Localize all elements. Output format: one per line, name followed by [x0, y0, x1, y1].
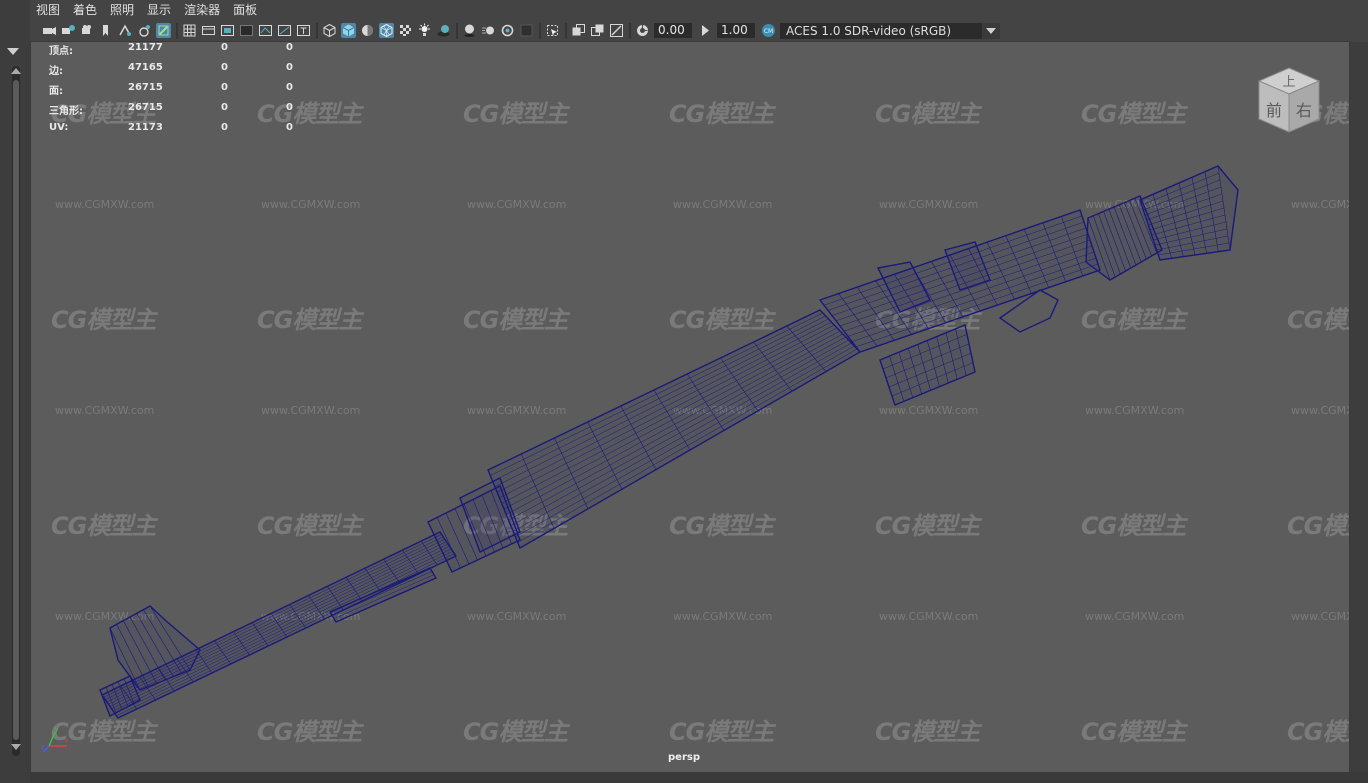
safe-title-icon[interactable] — [296, 23, 311, 38]
select-camera-icon[interactable] — [42, 23, 57, 38]
camera-attributes-icon[interactable] — [61, 23, 76, 38]
xray-joints-icon[interactable] — [609, 23, 624, 38]
hud-value: 0 — [286, 122, 293, 133]
panel-toolbar: CM ACES 1.0 SDR-video (sRGB) — [30, 19, 1368, 42]
toolbar-separator — [456, 22, 458, 39]
poly-count-hud: 顶点: 21177 0 0 边: 47165 0 0 面: 26715 0 0 … — [49, 42, 349, 142]
textured-icon[interactable] — [398, 23, 413, 38]
toolbar-separator — [316, 22, 318, 39]
scroll-up-arrow-icon[interactable] — [11, 68, 21, 74]
hud-value: 0 — [221, 42, 228, 53]
exposure-icon[interactable] — [635, 23, 650, 38]
smooth-shade-icon[interactable] — [341, 23, 356, 38]
pencil-draw-icon[interactable] — [156, 23, 171, 38]
rifle-handguard — [487, 309, 862, 550]
two-d-pan-zoom-icon[interactable] — [118, 23, 133, 38]
menu-panels[interactable]: 面板 — [227, 1, 263, 18]
axis-gizmo-icon: x y z — [41, 726, 69, 753]
panel-menu-bar: 视图 着色 照明 显示 渲染器 面板 — [30, 0, 1368, 19]
gamma-input[interactable] — [717, 23, 755, 38]
hud-value: 21173 — [128, 122, 163, 133]
menu-show[interactable]: 显示 — [141, 1, 177, 18]
toolbar-separator — [565, 22, 567, 39]
xray-icon[interactable] — [571, 23, 586, 38]
toolbar-separator — [629, 22, 631, 39]
hud-value: 21177 — [128, 42, 163, 53]
film-gate-icon[interactable] — [201, 23, 216, 38]
hud-label: 顶点: — [49, 46, 73, 57]
svg-text:y: y — [55, 726, 59, 733]
hud-value: 0 — [286, 62, 293, 73]
hud-row-faces: 面: 26715 0 0 — [49, 82, 349, 102]
hud-row-triangles: 三角形: 26715 0 0 — [49, 102, 349, 122]
left-scrollbar-thumb[interactable] — [13, 80, 19, 740]
gate-mask-icon[interactable] — [239, 23, 254, 38]
hud-row-edges: 边: 47165 0 0 — [49, 62, 349, 82]
camera-name-label: persp — [668, 752, 700, 763]
scroll-down-arrow-icon[interactable] — [11, 744, 21, 750]
bottom-panel-edge — [30, 772, 1368, 783]
hud-value: 0 — [221, 122, 228, 133]
grid-icon[interactable] — [182, 23, 197, 38]
svg-text:z: z — [41, 744, 44, 751]
field-chart-icon[interactable] — [258, 23, 273, 38]
svg-text:CM: CM — [764, 28, 773, 35]
hud-row-vertices: 顶点: 21177 0 0 — [49, 42, 349, 62]
use-all-lights-icon[interactable] — [417, 23, 432, 38]
hud-label: 边: — [49, 66, 63, 77]
xray-active-components-icon[interactable] — [590, 23, 605, 38]
screen-space-ao-icon[interactable] — [462, 23, 477, 38]
hud-label: 三角形: — [49, 106, 83, 117]
hud-value: 0 — [221, 102, 228, 113]
grease-pencil-icon[interactable] — [137, 23, 152, 38]
view-transform-dropdown[interactable]: ACES 1.0 SDR-video (sRGB) — [780, 22, 1000, 39]
hud-value: 0 — [221, 62, 228, 73]
resolution-gate-icon[interactable] — [220, 23, 235, 38]
wireframe-on-shaded-icon[interactable] — [379, 23, 394, 38]
hud-value: 0 — [286, 82, 293, 93]
color-management-icon[interactable]: CM — [761, 23, 776, 38]
default-material-icon[interactable] — [360, 23, 375, 38]
safe-action-icon[interactable] — [277, 23, 292, 38]
depth-of-field-icon[interactable] — [519, 23, 534, 38]
hud-value: 0 — [286, 42, 293, 53]
bookmarks-icon[interactable] — [80, 23, 95, 38]
toolbar-separator — [176, 22, 178, 39]
viewcube-right-label[interactable]: 右 — [1296, 101, 1312, 120]
exposure-input[interactable] — [654, 23, 692, 38]
right-panel-edge — [1350, 42, 1368, 783]
hud-value: 47165 — [128, 62, 163, 73]
panel-collapse-arrow-icon[interactable] — [7, 48, 19, 55]
menu-view[interactable]: 视图 — [30, 1, 66, 18]
perspective-viewport[interactable]: CG模型主 CG模型主 CG模型主 CG模型主 CG模型主 CG模型主 CG模型主 CG模型主… — [30, 41, 1350, 773]
hud-label: 面: — [49, 86, 63, 97]
hud-value: 26715 — [128, 82, 163, 93]
image-plane-icon[interactable] — [99, 23, 114, 38]
toolbar-separator — [539, 22, 541, 39]
chevron-down-icon[interactable] — [982, 22, 1000, 39]
hud-value: 0 — [286, 102, 293, 113]
rifle-stock — [1139, 165, 1239, 261]
viewcube-top-label[interactable]: 上 — [1282, 75, 1295, 90]
view-cube[interactable]: 上 前 右 — [1253, 64, 1325, 136]
motion-blur-icon[interactable] — [481, 23, 496, 38]
shadows-icon[interactable] — [436, 23, 451, 38]
hud-row-uvs: UV: 21173 0 0 — [49, 122, 349, 142]
svg-text:x: x — [65, 737, 69, 744]
isolate-select-icon[interactable] — [545, 23, 560, 38]
viewcube-front-label[interactable]: 前 — [1266, 101, 1282, 120]
view-transform-value: ACES 1.0 SDR-video (sRGB) — [786, 23, 952, 38]
gamma-icon[interactable] — [698, 23, 713, 38]
menu-shading[interactable]: 着色 — [67, 1, 103, 18]
hud-value: 0 — [221, 82, 228, 93]
rifle-wireframe-model[interactable] — [31, 42, 1349, 772]
menu-renderer[interactable]: 渲染器 — [178, 1, 226, 18]
hud-value: 26715 — [128, 102, 163, 113]
hud-label: UV: — [49, 122, 69, 133]
menu-lighting[interactable]: 照明 — [104, 1, 140, 18]
wireframe-shading-icon[interactable] — [322, 23, 337, 38]
left-side-panel — [0, 0, 31, 783]
anti-aliasing-icon[interactable] — [500, 23, 515, 38]
